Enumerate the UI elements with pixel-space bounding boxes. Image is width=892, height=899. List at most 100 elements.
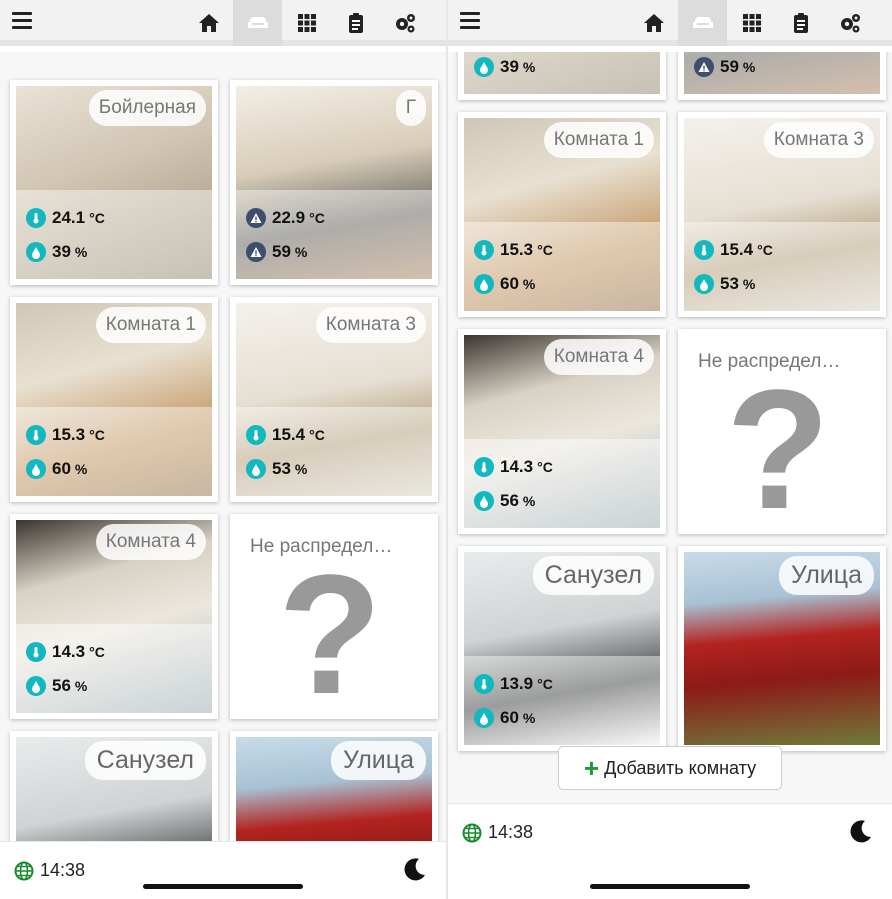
- nav-tabs: [629, 0, 874, 46]
- humidity-reading: 60%: [26, 459, 87, 479]
- humidity-icon: [246, 459, 266, 479]
- humidity-icon: [26, 676, 46, 696]
- room-card-komnata-3[interactable]: Комната 3 15.4 °C 53%: [230, 297, 438, 502]
- room-name: Санузел: [84, 741, 206, 780]
- room-card-komnata-4[interactable]: Комната 4 14.3 °C 56%: [10, 514, 218, 719]
- humidity-reading: 60%: [474, 708, 535, 728]
- temperature-reading: 14.3 °C: [474, 457, 553, 477]
- home-indicator: [143, 884, 303, 889]
- thermometer-icon: [246, 425, 266, 445]
- thermometer-icon: [474, 240, 494, 260]
- grid-icon[interactable]: [282, 0, 331, 46]
- rooms-grid: Бойлерная 24.1°C 39% Г 22.9°C: [458, 52, 886, 751]
- room-name: Комната 1: [543, 122, 654, 158]
- rooms-grid: Бойлерная 24.1°C 39% Г 22.9°C: [10, 80, 438, 841]
- globe-icon: [14, 861, 34, 880]
- room-card-unassigned[interactable]: Не распредел… ?: [678, 329, 886, 545]
- rooms-view-scrolled: Бойлерная 24.1°C 39% Г 22.9°C: [448, 52, 892, 803]
- warning-icon: [694, 57, 714, 77]
- menu-icon[interactable]: [460, 12, 480, 30]
- room-name: Комната 3: [763, 122, 874, 158]
- warning-icon: [246, 242, 266, 262]
- question-mark-icon: ?: [278, 540, 382, 730]
- home-icon[interactable]: [629, 0, 678, 46]
- clipboard-icon[interactable]: [776, 0, 825, 46]
- thermometer-icon: [474, 674, 494, 694]
- menu-icon[interactable]: [12, 12, 32, 30]
- gears-icon[interactable]: [380, 0, 429, 46]
- humidity-icon: [26, 242, 46, 262]
- room-card-g[interactable]: Г 22.9°C 59%: [678, 52, 886, 100]
- gears-icon[interactable]: [825, 0, 874, 46]
- clipboard-icon[interactable]: [331, 0, 380, 46]
- thermometer-icon: [26, 208, 46, 228]
- time-text: 14:38: [40, 860, 86, 880]
- room-name: Комната 1: [95, 307, 206, 343]
- room-card-ulitsa[interactable]: Улица: [678, 546, 886, 751]
- humidity-icon: [26, 459, 46, 479]
- temperature-reading: 13.9 °C: [474, 674, 553, 694]
- warning-icon: [246, 208, 266, 228]
- humidity-reading: 56%: [474, 491, 535, 511]
- room-card-sanuzel[interactable]: Санузел 13.9 °C 60%: [458, 546, 666, 751]
- thermometer-icon: [26, 642, 46, 662]
- top-toolbar: [0, 0, 446, 46]
- room-card-komnata-1[interactable]: Комната 1 15.3 °C 60%: [458, 112, 666, 317]
- humidity-reading: 60%: [474, 274, 535, 294]
- left-screen: Бойлерная 24.1 °C 39% Г 22.9 °C 59 % Ком…: [0, 0, 446, 899]
- room-card-komnata-4[interactable]: Комната 4 14.3 °C 56%: [458, 329, 666, 534]
- humidity-icon: [474, 491, 494, 511]
- globe-icon: [462, 823, 482, 842]
- humidity-reading: 59%: [694, 57, 755, 77]
- room-name: Комната 3: [315, 307, 426, 343]
- temperature-reading: 15.3 °C: [26, 425, 105, 445]
- sofa-icon[interactable]: [233, 0, 282, 46]
- room-name: Комната 4: [95, 524, 206, 560]
- room-name: Комната 4: [543, 339, 654, 375]
- temperature-reading: 15.3 °C: [474, 240, 553, 260]
- room-name: Санузел: [532, 556, 654, 595]
- temperature-reading: 15.4 °C: [246, 425, 325, 445]
- bottom-bar: 14:38: [0, 841, 446, 899]
- add-room-button[interactable]: + Добавить комнату: [558, 746, 782, 790]
- humidity-reading: 39%: [474, 57, 535, 77]
- home-indicator: [590, 884, 750, 889]
- room-card-boiler[interactable]: Бойлерная 24.1°C 39%: [10, 80, 218, 285]
- room-card-unassigned[interactable]: Не распредел… ?: [230, 514, 438, 730]
- thermometer-icon: [694, 240, 714, 260]
- room-name: Улица: [331, 741, 426, 780]
- top-toolbar: [448, 0, 892, 46]
- humidity-reading: 53%: [246, 459, 307, 479]
- question-mark-icon: ?: [726, 355, 830, 545]
- room-card-sanuzel[interactable]: Санузел: [10, 731, 218, 841]
- plus-icon: +: [583, 752, 600, 783]
- rooms-view: Бойлерная 24.1 °C 39% Г 22.9 °C 59 % Ком…: [0, 52, 446, 841]
- moon-icon[interactable]: [402, 856, 428, 882]
- humidity-reading: 56%: [26, 676, 87, 696]
- humidity-icon: [694, 274, 714, 294]
- sofa-icon[interactable]: [678, 0, 727, 46]
- bottom-bar: 14:38: [448, 803, 892, 899]
- nav-tabs: [184, 0, 429, 46]
- temperature-reading: 24.1 °C: [26, 208, 105, 228]
- clock: 14:38: [462, 822, 533, 843]
- temperature-reading: 22.9 °C: [246, 208, 325, 228]
- room-card-g[interactable]: Г 22.9°C 59%: [230, 80, 438, 285]
- room-name: Улица: [779, 556, 874, 595]
- room-name: Бойлерная: [88, 90, 206, 126]
- grid-icon[interactable]: [727, 0, 776, 46]
- room-card-komnata-3[interactable]: Комната 3 15.4 °C 53%: [678, 112, 886, 317]
- home-icon[interactable]: [184, 0, 233, 46]
- room-card-ulitsa[interactable]: Улица: [230, 731, 438, 841]
- room-card-boiler[interactable]: Бойлерная 24.1°C 39%: [458, 52, 666, 100]
- room-name: Г: [395, 90, 426, 126]
- right-screen: Бойлерная 24.1°C 39% Г 22.9°C: [448, 0, 892, 899]
- room-card-komnata-1[interactable]: Комната 1 15.3 °C 60%: [10, 297, 218, 502]
- humidity-reading: 39%: [26, 242, 87, 262]
- humidity-icon: [474, 708, 494, 728]
- humidity-icon: [474, 274, 494, 294]
- clock: 14:38: [14, 860, 85, 881]
- time-text: 14:38: [488, 822, 534, 842]
- add-room-label: Добавить комнату: [604, 757, 757, 778]
- moon-icon[interactable]: [848, 818, 874, 844]
